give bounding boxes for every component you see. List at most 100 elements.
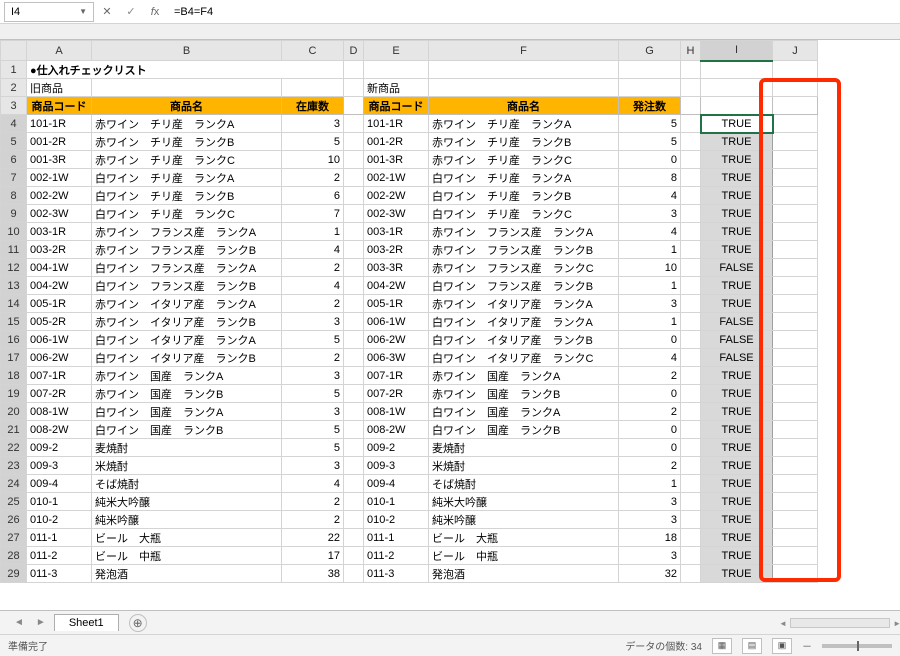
cell[interactable] (773, 367, 818, 385)
cell-result[interactable]: TRUE (701, 133, 773, 151)
row-header-24[interactable]: 24 (1, 475, 27, 493)
cell-stock[interactable]: 2 (282, 493, 344, 511)
cell-name[interactable]: 発泡酒 (92, 565, 282, 583)
row-header-12[interactable]: 12 (1, 259, 27, 277)
cell-order[interactable]: 8 (619, 169, 681, 187)
cell-stock[interactable]: 5 (282, 439, 344, 457)
col-header-I[interactable]: I (701, 41, 773, 61)
row-header-6[interactable]: 6 (1, 151, 27, 169)
view-page-layout-icon[interactable]: ▤ (742, 638, 762, 654)
cell-result[interactable]: TRUE (701, 529, 773, 547)
col-header-D[interactable]: D (344, 41, 364, 61)
cell-stock[interactable]: 2 (282, 259, 344, 277)
cell-result[interactable]: TRUE (701, 547, 773, 565)
cell-code[interactable]: 009-2 (27, 439, 92, 457)
cell-result[interactable]: TRUE (701, 223, 773, 241)
cell-result[interactable]: TRUE (701, 493, 773, 511)
cell[interactable] (344, 313, 364, 331)
accept-formula-icon[interactable]: ✓ (120, 2, 142, 22)
cell-name[interactable]: 赤ワイン イタリア産 ランクA (429, 295, 619, 313)
cell[interactable] (681, 169, 701, 187)
cell-name[interactable]: 赤ワイン フランス産 ランクC (429, 259, 619, 277)
cell-code[interactable]: 011-1 (364, 529, 429, 547)
cell[interactable] (773, 385, 818, 403)
row-header-7[interactable]: 7 (1, 169, 27, 187)
cell-name[interactable]: 赤ワイン イタリア産 ランクA (92, 295, 282, 313)
cell[interactable] (344, 61, 364, 79)
cell-order[interactable]: 3 (619, 205, 681, 223)
cell-code[interactable]: 007-2R (27, 385, 92, 403)
cell-result[interactable]: TRUE (701, 511, 773, 529)
row-header-18[interactable]: 18 (1, 367, 27, 385)
cell[interactable] (773, 295, 818, 313)
cell-stock[interactable]: 4 (282, 241, 344, 259)
cell-code[interactable]: 009-2 (364, 439, 429, 457)
cell[interactable] (681, 511, 701, 529)
cell-name[interactable]: 白ワイン 国産 ランクA (429, 403, 619, 421)
cell[interactable] (344, 169, 364, 187)
cell[interactable] (344, 205, 364, 223)
cell-name[interactable]: 白ワイン イタリア産 ランクA (429, 313, 619, 331)
cell[interactable] (681, 475, 701, 493)
cell-order[interactable]: 0 (619, 385, 681, 403)
cell[interactable] (344, 367, 364, 385)
zoom-out-icon[interactable]: － (802, 638, 812, 653)
sheet-tab[interactable]: Sheet1 (54, 614, 119, 631)
cell[interactable] (681, 151, 701, 169)
cell-name[interactable]: 白ワイン 国産 ランクB (429, 421, 619, 439)
cell-code[interactable]: 008-2W (27, 421, 92, 439)
tab-nav-next-icon[interactable]: ► (32, 617, 50, 628)
cell[interactable] (773, 151, 818, 169)
cell-code[interactable]: 001-2R (27, 133, 92, 151)
cell[interactable] (681, 259, 701, 277)
cell-code[interactable]: 007-1R (364, 367, 429, 385)
cell-result[interactable]: FALSE (701, 331, 773, 349)
cell-result[interactable]: TRUE (701, 475, 773, 493)
cell-name[interactable]: 白ワイン チリ産 ランクB (429, 187, 619, 205)
cell[interactable] (344, 97, 364, 115)
cell[interactable] (429, 61, 619, 79)
cell[interactable] (773, 79, 818, 97)
cell[interactable] (701, 79, 773, 97)
cell-name[interactable]: 赤ワイン チリ産 ランクC (92, 151, 282, 169)
cell-order[interactable]: 3 (619, 295, 681, 313)
cell[interactable] (773, 421, 818, 439)
cell-order[interactable]: 5 (619, 115, 681, 133)
cell-name[interactable]: 白ワイン 国産 ランクA (92, 403, 282, 421)
cell-name[interactable]: 赤ワイン チリ産 ランクA (429, 115, 619, 133)
cell[interactable] (681, 187, 701, 205)
cell-result[interactable]: TRUE (701, 241, 773, 259)
cell[interactable] (773, 547, 818, 565)
col-header-E[interactable]: E (364, 41, 429, 61)
cell[interactable] (773, 457, 818, 475)
row-header-4[interactable]: 4 (1, 115, 27, 133)
cell-name[interactable]: 発泡酒 (429, 565, 619, 583)
cell[interactable] (681, 133, 701, 151)
cell[interactable] (773, 565, 818, 583)
cell[interactable] (773, 205, 818, 223)
cell-name[interactable]: 白ワイン チリ産 ランクB (92, 187, 282, 205)
cell[interactable] (344, 133, 364, 151)
cell[interactable] (773, 349, 818, 367)
cell[interactable] (344, 493, 364, 511)
col-header-C[interactable]: C (282, 41, 344, 61)
cell-name[interactable]: 赤ワイン チリ産 ランクA (92, 115, 282, 133)
cell[interactable] (619, 61, 681, 79)
cell-code[interactable]: 009-4 (364, 475, 429, 493)
cell[interactable] (619, 79, 681, 97)
cell[interactable] (344, 529, 364, 547)
cell-code[interactable]: 011-1 (27, 529, 92, 547)
cell[interactable] (344, 331, 364, 349)
cell-result[interactable]: TRUE (701, 421, 773, 439)
row-header-28[interactable]: 28 (1, 547, 27, 565)
cell-order[interactable]: 1 (619, 241, 681, 259)
cell-order[interactable]: 0 (619, 421, 681, 439)
cell-name[interactable]: 赤ワイン フランス産 ランクA (429, 223, 619, 241)
cell-code[interactable]: 003-3R (364, 259, 429, 277)
row-header-11[interactable]: 11 (1, 241, 27, 259)
cell[interactable] (681, 493, 701, 511)
cell-code[interactable]: 001-3R (27, 151, 92, 169)
row-header-9[interactable]: 9 (1, 205, 27, 223)
cell-stock[interactable]: 7 (282, 205, 344, 223)
cell-name[interactable]: ビール 中瓶 (92, 547, 282, 565)
